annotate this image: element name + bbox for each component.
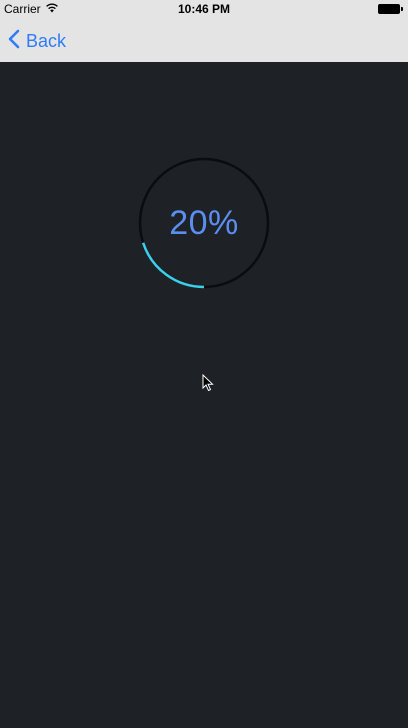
status-time: 10:46 PM bbox=[177, 2, 231, 16]
mouse-cursor-icon bbox=[202, 373, 214, 392]
progress-percentage: 20% bbox=[169, 204, 239, 242]
screen: Carrier 10:46 PM Back 20% bbox=[0, 0, 408, 728]
circular-progress: 20% bbox=[138, 157, 270, 289]
navigation-bar: Back bbox=[0, 18, 408, 62]
chevron-left-icon bbox=[8, 29, 20, 54]
battery-icon bbox=[378, 4, 404, 14]
back-label: Back bbox=[26, 31, 67, 51]
status-bar: Carrier 10:46 PM bbox=[0, 0, 408, 18]
back-button[interactable]: Back bbox=[8, 28, 66, 54]
